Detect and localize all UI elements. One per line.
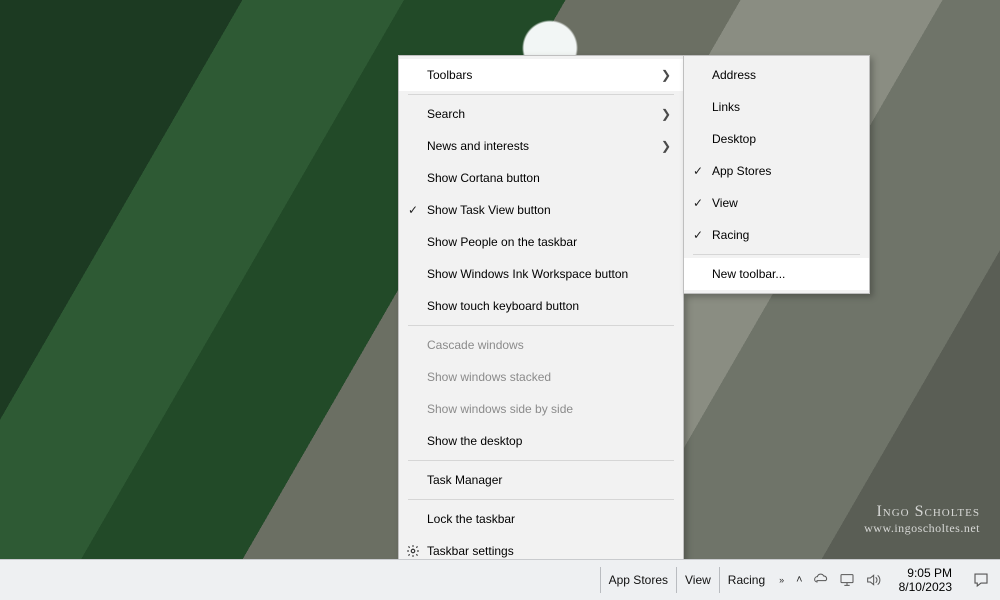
menu-show-task-view[interactable]: Show Task View button — [399, 194, 683, 226]
toolbar-overflow-chevrons-icon[interactable]: » — [773, 560, 788, 600]
check-icon — [693, 228, 703, 242]
action-center-icon[interactable] — [962, 560, 1000, 600]
menu-cascade-windows: Cascade windows — [399, 329, 683, 361]
network-icon[interactable] — [839, 572, 855, 588]
menu-news-and-interests[interactable]: News and interests❯ — [399, 130, 683, 162]
check-icon — [693, 164, 703, 178]
menu-show-ink-workspace[interactable]: Show Windows Ink Workspace button — [399, 258, 683, 290]
watermark-name: Ingo Scholtes — [864, 503, 980, 521]
chevron-right-icon: ❯ — [653, 107, 671, 121]
menu-stacked-windows: Show windows stacked — [399, 361, 683, 393]
menu-show-the-desktop[interactable]: Show the desktop — [399, 425, 683, 457]
menu-lock-taskbar[interactable]: Lock the taskbar — [399, 503, 683, 535]
taskbar-clock[interactable]: 9:05 PM 8/10/2023 — [889, 560, 962, 600]
menu-task-manager[interactable]: Task Manager — [399, 464, 683, 496]
watermark-url: www.ingoscholtes.net — [864, 521, 980, 536]
clock-time: 9:05 PM — [907, 566, 952, 580]
chevron-right-icon: ❯ — [653, 139, 671, 153]
menu-show-touch-keyboard[interactable]: Show touch keyboard button — [399, 290, 683, 322]
menu-show-cortana[interactable]: Show Cortana button — [399, 162, 683, 194]
submenu-view[interactable]: View — [684, 187, 869, 219]
check-icon — [408, 203, 418, 217]
system-tray: ˄ — [788, 560, 888, 600]
submenu-address[interactable]: Address — [684, 59, 869, 91]
submenu-new-toolbar[interactable]: New toolbar... — [684, 258, 869, 290]
menu-toolbars[interactable]: Toolbars❯ — [399, 59, 683, 91]
taskbar-toolbar-app-stores[interactable]: App Stores — [601, 560, 676, 600]
taskbar-context-menu: Toolbars❯ Search❯ News and interests❯ Sh… — [398, 55, 684, 571]
submenu-links[interactable]: Links — [684, 91, 869, 123]
clock-date: 8/10/2023 — [899, 580, 952, 594]
tray-overflow-chevron-icon[interactable]: ˄ — [796, 574, 802, 586]
menu-search[interactable]: Search❯ — [399, 98, 683, 130]
chevron-right-icon: ❯ — [653, 68, 671, 82]
check-icon — [693, 196, 703, 210]
taskbar[interactable]: App Stores View Racing » ˄ 9:05 PM 8/10/… — [0, 559, 1000, 600]
onedrive-icon[interactable] — [813, 572, 829, 588]
wallpaper-watermark: Ingo Scholtes www.ingoscholtes.net — [864, 503, 980, 536]
taskbar-toolbar-racing[interactable]: Racing — [720, 560, 773, 600]
menu-show-people[interactable]: Show People on the taskbar — [399, 226, 683, 258]
volume-icon[interactable] — [865, 572, 881, 588]
submenu-desktop[interactable]: Desktop — [684, 123, 869, 155]
menu-side-by-side: Show windows side by side — [399, 393, 683, 425]
submenu-racing[interactable]: Racing — [684, 219, 869, 251]
taskbar-toolbar-view[interactable]: View — [677, 560, 719, 600]
gear-icon — [399, 544, 427, 558]
toolbars-submenu: Address Links Desktop App Stores View Ra… — [683, 55, 870, 294]
submenu-app-stores[interactable]: App Stores — [684, 155, 869, 187]
